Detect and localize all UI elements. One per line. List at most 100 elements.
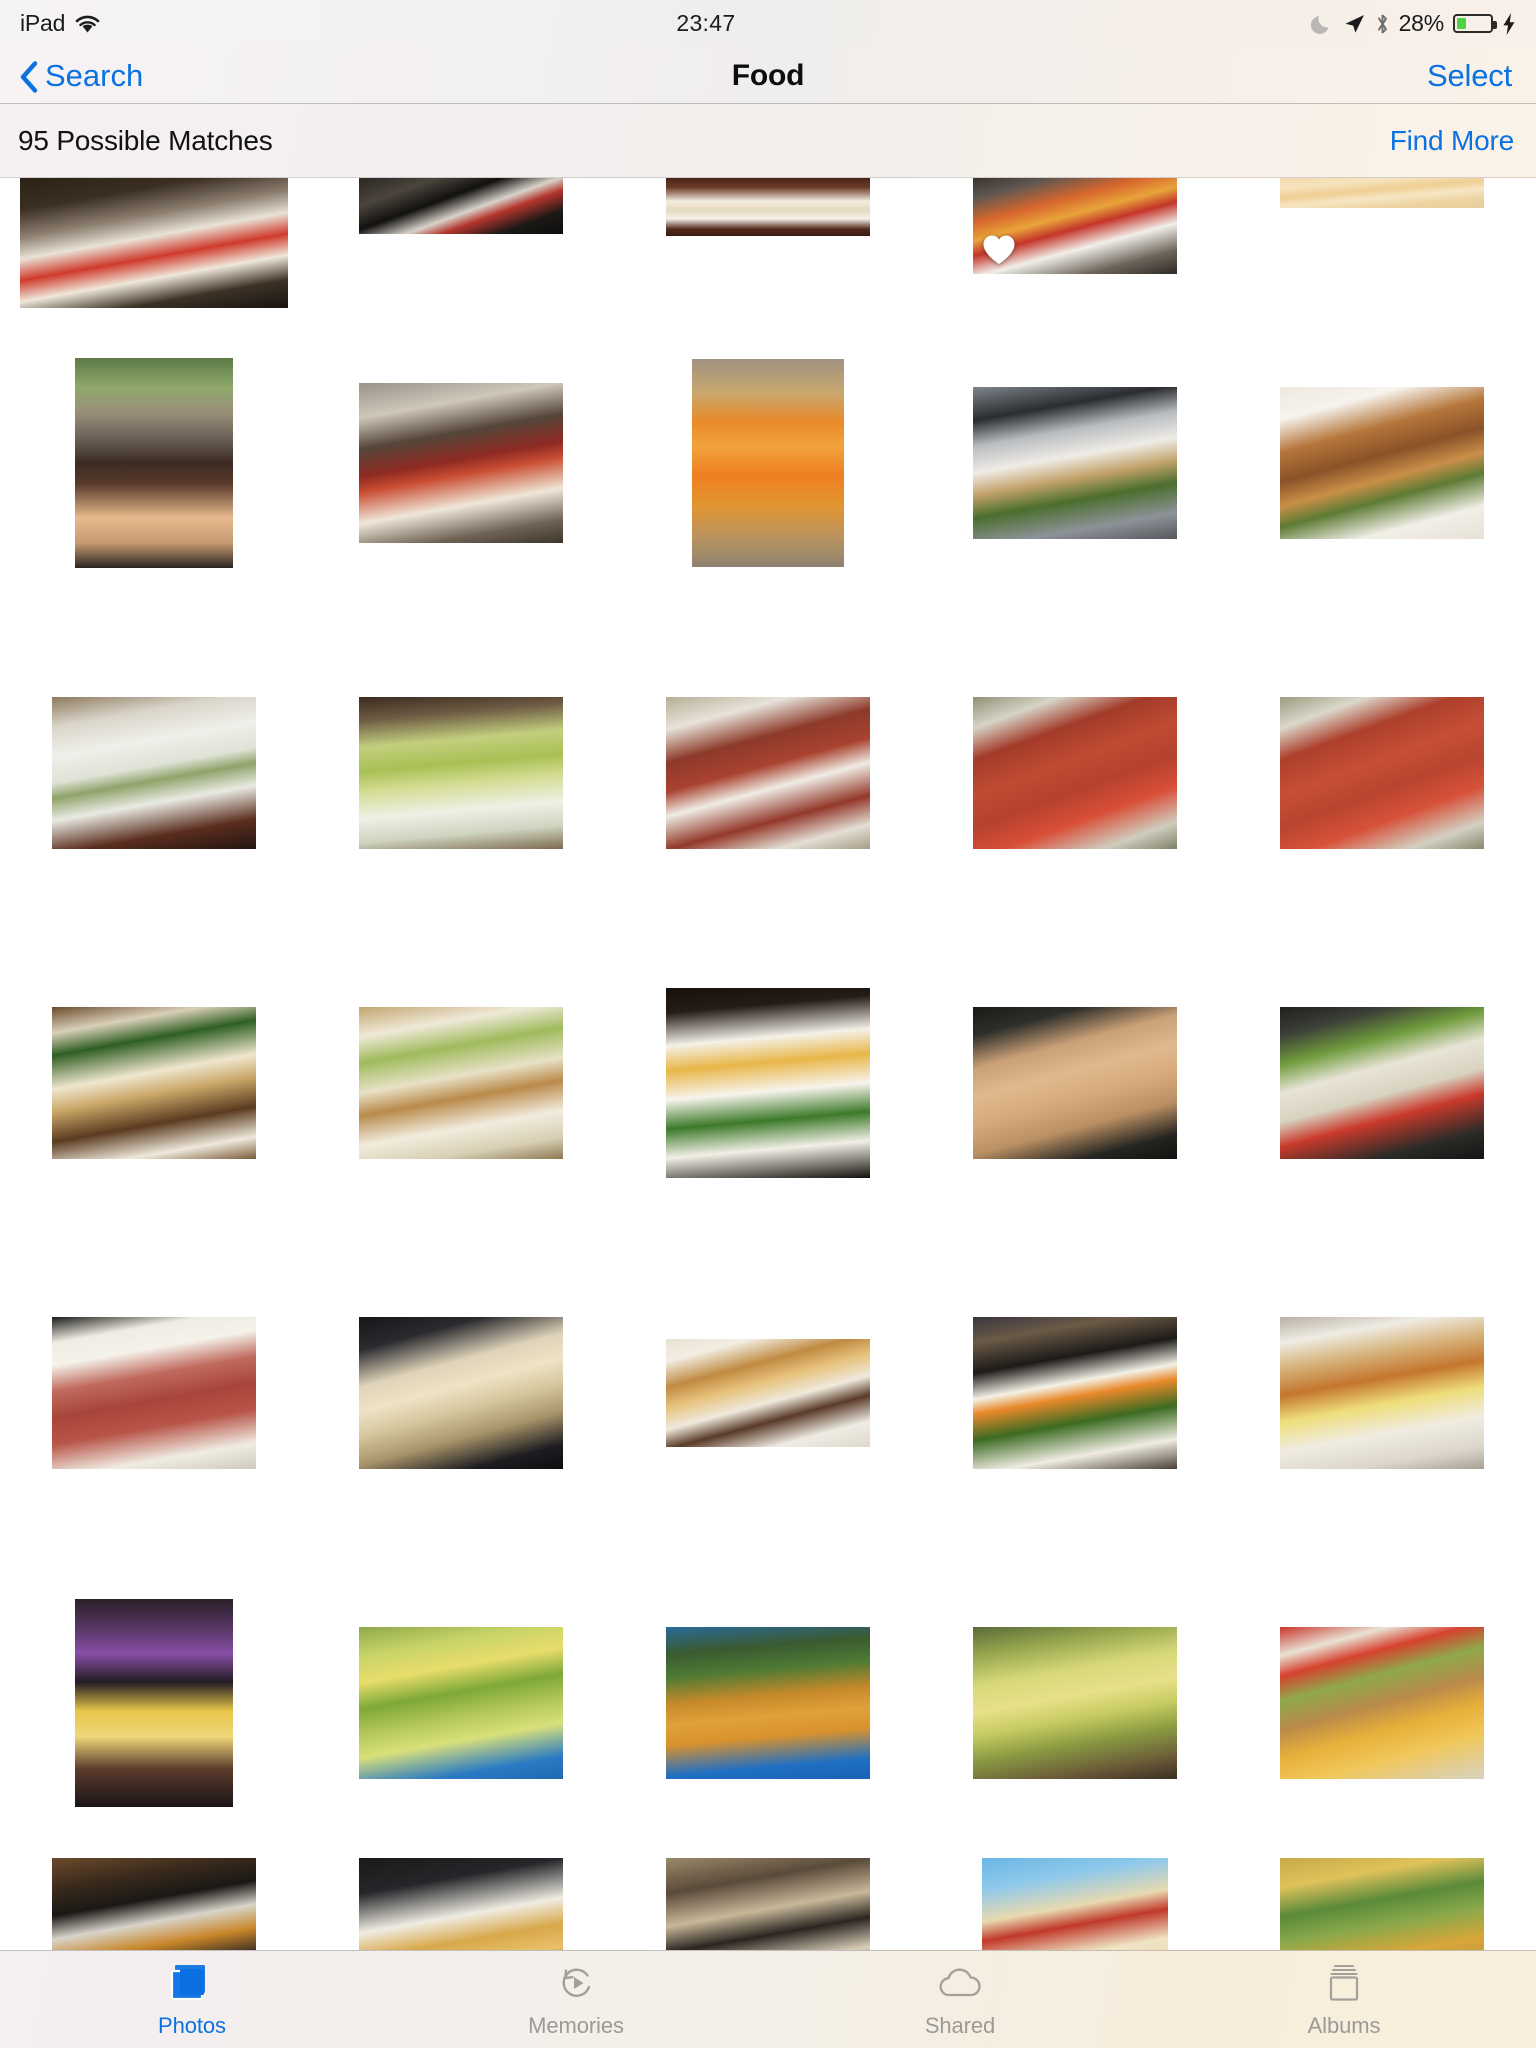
ipad-photos-screen: iPad 23:47 28% Search Food Select 95 Pos… bbox=[0, 0, 1536, 2048]
photo-table-dishes-dark[interactable] bbox=[51, 1858, 256, 1950]
tab-albums[interactable]: Albums bbox=[1152, 1950, 1536, 2048]
photo-cell bbox=[1229, 1858, 1536, 1950]
photo-cell bbox=[0, 308, 307, 618]
photo-pineapples-market[interactable] bbox=[665, 1627, 870, 1779]
photo-cell bbox=[0, 178, 307, 308]
photo-cell bbox=[614, 618, 921, 928]
battery-fill bbox=[1457, 18, 1466, 29]
photo-stirfry-white-plate[interactable] bbox=[1280, 387, 1485, 539]
row-4 bbox=[0, 928, 1536, 1238]
tab-bar: Photos Memories Shared Albums bbox=[0, 1950, 1536, 2048]
photo-raw-steak-plate[interactable] bbox=[51, 1317, 256, 1469]
photo-noodle-salad-tomato[interactable] bbox=[1280, 1007, 1485, 1159]
photo-grilled-bread-plate[interactable] bbox=[973, 178, 1178, 274]
photo-shrimp-black-tray[interactable] bbox=[358, 1317, 563, 1469]
photos-stack-icon bbox=[168, 1960, 216, 2006]
photo-green-papayas-crate[interactable] bbox=[358, 1627, 563, 1779]
tab-shared[interactable]: Shared bbox=[768, 1950, 1152, 2048]
select-button[interactable]: Select bbox=[1427, 58, 1512, 94]
photo-eggs-potato-asparagus[interactable] bbox=[665, 988, 870, 1178]
row-5 bbox=[0, 1238, 1536, 1548]
photo-skillet-eggs-greens[interactable] bbox=[973, 1317, 1178, 1469]
status-bar: iPad 23:47 28% bbox=[0, 0, 1536, 47]
photo-chicken-broccoli-laptop[interactable] bbox=[973, 387, 1178, 539]
photo-grid-scroll-area[interactable] bbox=[0, 178, 1536, 1950]
battery-icon bbox=[1453, 14, 1497, 33]
tab-memories[interactable]: Memories bbox=[384, 1950, 768, 2048]
photo-cell bbox=[0, 1238, 307, 1548]
photo-store-shelf[interactable] bbox=[665, 1858, 870, 1950]
tab-photos[interactable]: Photos bbox=[0, 1950, 384, 2048]
tab-shared-label: Shared bbox=[924, 2012, 996, 2038]
photo-cell bbox=[614, 1548, 921, 1858]
status-bar-center: 23:47 bbox=[101, 10, 1310, 37]
photo-cell bbox=[922, 308, 1229, 618]
crescent-moon-icon bbox=[1310, 12, 1334, 35]
photo-orange-halves-board[interactable] bbox=[691, 359, 844, 567]
photo-cell bbox=[1229, 178, 1536, 308]
photo-pineapple-drink-hand[interactable] bbox=[74, 1599, 233, 1807]
photo-chocolate-cupcake-hand[interactable] bbox=[74, 358, 233, 568]
tab-albums-label: Albums bbox=[1307, 2012, 1381, 2038]
row-2 bbox=[0, 308, 1536, 618]
navigation-bar: Search Food Select bbox=[0, 47, 1536, 104]
photo-dark-counter-dishes[interactable] bbox=[358, 178, 563, 234]
photo-risotto-chicken[interactable] bbox=[358, 1007, 563, 1159]
device-name-label: iPad bbox=[20, 10, 66, 36]
tab-memories-label: Memories bbox=[528, 2012, 624, 2038]
photo-cell bbox=[922, 928, 1229, 1238]
possible-matches-bar: 95 Possible Matches Find More bbox=[0, 104, 1536, 178]
photo-soup-closeup[interactable] bbox=[1280, 178, 1485, 208]
photo-cell bbox=[614, 178, 921, 308]
row-6 bbox=[0, 1548, 1536, 1858]
photo-cell bbox=[307, 1238, 614, 1548]
photo-cell bbox=[1229, 1548, 1536, 1858]
photo-steamed-buns[interactable] bbox=[51, 697, 256, 849]
photo-waffle-with-sauce[interactable] bbox=[665, 1339, 870, 1447]
photo-noodles-broccoli-pork[interactable] bbox=[51, 1007, 256, 1159]
back-button[interactable]: Search bbox=[20, 58, 143, 94]
photo-meatballs-plate-full-b[interactable] bbox=[1280, 697, 1485, 849]
photo-dole-building[interactable] bbox=[982, 1858, 1169, 1950]
find-more-button[interactable]: Find More bbox=[1390, 125, 1514, 157]
page-title: Food bbox=[731, 58, 805, 92]
photo-meatballs-plate-full-a[interactable] bbox=[973, 697, 1178, 849]
photo-cell bbox=[922, 1238, 1229, 1548]
photo-cell bbox=[307, 928, 614, 1238]
row-7-partial-bottom bbox=[0, 1858, 1536, 1950]
photo-pineapple-boxes[interactable] bbox=[1280, 1858, 1485, 1950]
photo-cell bbox=[614, 928, 921, 1238]
photo-cell bbox=[0, 928, 307, 1238]
photo-cell bbox=[307, 308, 614, 618]
photo-bread-rolls-plate[interactable] bbox=[358, 1858, 563, 1950]
clock-label: 23:47 bbox=[676, 10, 736, 36]
photo-cell bbox=[922, 178, 1229, 308]
photo-grid bbox=[0, 178, 1536, 1950]
photo-meatballs-plate-sparse[interactable] bbox=[665, 697, 870, 849]
battery-percent-label: 28% bbox=[1398, 10, 1445, 36]
memories-replay-icon bbox=[553, 1960, 599, 2006]
photo-cell bbox=[614, 308, 921, 618]
photo-sauce-bottle-plate[interactable] bbox=[358, 383, 563, 543]
photo-cell bbox=[922, 1858, 1229, 1950]
favorite-heart-icon bbox=[982, 234, 1016, 265]
photo-green-grapes[interactable] bbox=[358, 697, 563, 849]
photo-bananas-bunches[interactable] bbox=[973, 1627, 1178, 1779]
shared-cloud-icon bbox=[934, 1960, 986, 2006]
photo-plates-tomatoes[interactable] bbox=[19, 178, 288, 308]
lightning-bolt-icon bbox=[1502, 12, 1516, 36]
photo-cell bbox=[307, 618, 614, 928]
photo-noodle-bowl[interactable] bbox=[665, 178, 870, 236]
tab-photos-label: Photos bbox=[158, 2012, 226, 2038]
photo-cell bbox=[1229, 928, 1536, 1238]
photo-cell bbox=[922, 618, 1229, 928]
wifi-icon bbox=[74, 13, 101, 34]
row-3 bbox=[0, 618, 1536, 928]
photo-cell bbox=[1229, 308, 1536, 618]
photo-burger-fries-wrap[interactable] bbox=[1280, 1627, 1485, 1779]
photo-omelette-toast-potatoes[interactable] bbox=[1280, 1317, 1485, 1469]
photo-cell bbox=[0, 1858, 307, 1950]
photo-fried-chicken-black-plate[interactable] bbox=[973, 1007, 1178, 1159]
status-bar-right: 28% bbox=[1310, 10, 1516, 37]
location-arrow-icon bbox=[1343, 12, 1366, 35]
